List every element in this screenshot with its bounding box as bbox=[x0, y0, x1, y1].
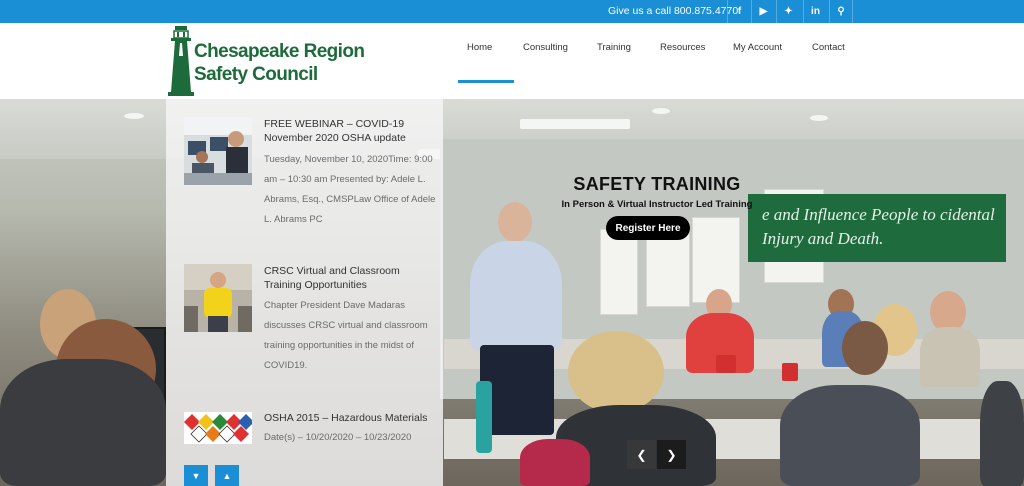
chevron-up-icon: ▲ bbox=[222, 470, 232, 481]
post-title-crsc-training[interactable]: CRSC Virtual and Classroom Training Oppo… bbox=[264, 264, 436, 292]
student bbox=[780, 385, 920, 486]
top-bar: Give us a call 800.875.4770 f ▶ ✦ in ⚲ bbox=[0, 0, 1024, 23]
slider-prev-button[interactable]: ❮ bbox=[627, 440, 656, 469]
ceiling-light bbox=[652, 108, 670, 114]
water-bottle bbox=[476, 381, 492, 453]
student bbox=[0, 359, 166, 486]
nav-training[interactable]: Training bbox=[597, 42, 631, 53]
chevron-right-icon: ❯ bbox=[666, 447, 677, 462]
phone-text[interactable]: Give us a call 800.875.4770 bbox=[608, 5, 738, 17]
search-icon[interactable]: ⚲ bbox=[829, 0, 853, 23]
slide-title: SAFETY TRAINING bbox=[573, 174, 741, 194]
post-title-webinar[interactable]: FREE WEBINAR – COVID-19 November 2020 OS… bbox=[264, 117, 436, 145]
lighthouse-icon bbox=[168, 26, 194, 96]
crsc-training-thumbnail[interactable] bbox=[184, 264, 252, 332]
chevron-left-icon: ❮ bbox=[636, 447, 647, 462]
twitter-icon[interactable]: ✦ bbox=[776, 0, 800, 23]
register-here-button[interactable]: Register Here bbox=[606, 216, 690, 240]
red-cup bbox=[782, 363, 798, 381]
red-cup bbox=[716, 355, 736, 373]
logo-line-1: Chesapeake Region bbox=[194, 41, 365, 62]
hero-slider: e and Influence People to cidental Injur… bbox=[0, 99, 1024, 486]
logo-line-2: Safety Council bbox=[194, 64, 318, 85]
chevron-down-icon: ▼ bbox=[191, 470, 201, 481]
nav-home[interactable]: Home bbox=[467, 42, 492, 53]
post-description-hazmat: Date(s) – 10/20/2020 – 10/23/2020 bbox=[264, 432, 412, 443]
sidebar-scroll-up-button[interactable]: ▲ bbox=[215, 465, 239, 486]
nav-resources[interactable]: Resources bbox=[660, 42, 705, 53]
webinar-thumbnail[interactable] bbox=[184, 117, 252, 185]
instructor bbox=[470, 241, 562, 351]
slider-next-button[interactable]: ❯ bbox=[657, 440, 686, 469]
slide-subtitle: In Person & Virtual Instructor Led Train… bbox=[561, 199, 753, 210]
ceiling-light bbox=[124, 113, 144, 119]
wall-banner-text: e and Influence People to cidental Injur… bbox=[762, 205, 995, 248]
student bbox=[520, 439, 590, 486]
student-head bbox=[842, 321, 888, 375]
sidebar-scroll-down-button[interactable]: ▼ bbox=[184, 465, 208, 486]
linkedin-icon[interactable]: in bbox=[803, 0, 827, 23]
ceiling-light bbox=[810, 115, 828, 121]
post-description-webinar: Tuesday, November 10, 2020Time: 9:00 am … bbox=[264, 154, 436, 225]
student bbox=[920, 327, 980, 387]
ceiling-light bbox=[520, 119, 630, 129]
chair bbox=[980, 381, 1024, 486]
nav-contact[interactable]: Contact bbox=[812, 42, 845, 53]
site-logo[interactable]: Chesapeake Region Safety Council bbox=[166, 26, 366, 98]
student-head bbox=[568, 331, 664, 413]
nav-consulting[interactable]: Consulting bbox=[523, 42, 568, 53]
logo-text: Chesapeake Region Safety Council bbox=[194, 40, 365, 86]
youtube-icon[interactable]: ▶ bbox=[751, 0, 775, 23]
site-header bbox=[0, 23, 1024, 99]
nav-my-account[interactable]: My Account bbox=[733, 42, 782, 53]
hazmat-thumbnail[interactable] bbox=[184, 412, 252, 444]
flip-chart-sheet bbox=[600, 229, 638, 315]
nav-active-indicator bbox=[458, 80, 514, 83]
post-description-crsc-training: Chapter President Dave Madaras discusses… bbox=[264, 300, 428, 371]
post-title-hazmat[interactable]: OSHA 2015 – Hazardous Materials bbox=[264, 411, 436, 425]
facebook-icon[interactable]: f bbox=[727, 0, 751, 23]
